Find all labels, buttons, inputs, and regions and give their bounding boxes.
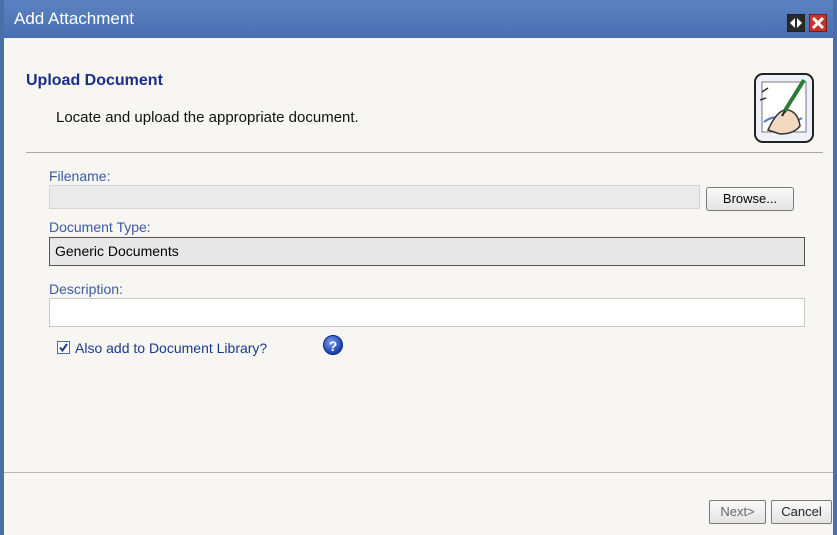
footer-divider bbox=[4, 472, 833, 473]
resize-icon[interactable] bbox=[787, 14, 805, 32]
section-title: Upload Document bbox=[26, 72, 163, 89]
document-library-checkbox[interactable] bbox=[57, 341, 70, 354]
filename-label: Filename: bbox=[49, 168, 111, 184]
browse-button[interactable]: Browse... bbox=[706, 187, 794, 211]
filename-field[interactable] bbox=[49, 185, 700, 209]
writing-hand-icon bbox=[754, 72, 814, 144]
cancel-button[interactable]: Cancel bbox=[771, 500, 832, 524]
next-button[interactable]: Next> bbox=[709, 500, 766, 524]
document-library-label[interactable]: Also add to Document Library? bbox=[75, 340, 267, 356]
document-type-label: Document Type: bbox=[49, 219, 151, 235]
document-type-select[interactable]: Generic Documents bbox=[49, 237, 805, 266]
add-attachment-dialog: Add Attachment Upload Document Locate an… bbox=[0, 0, 837, 535]
titlebar: Add Attachment bbox=[4, 0, 833, 38]
close-icon[interactable] bbox=[809, 14, 827, 32]
description-label: Description: bbox=[49, 281, 123, 297]
header-divider bbox=[26, 152, 823, 153]
description-field[interactable] bbox=[49, 298, 805, 327]
window-title: Add Attachment bbox=[14, 9, 135, 28]
question-mark-icon[interactable]: ? bbox=[323, 335, 343, 355]
section-subtitle: Locate and upload the appropriate docume… bbox=[56, 109, 359, 126]
